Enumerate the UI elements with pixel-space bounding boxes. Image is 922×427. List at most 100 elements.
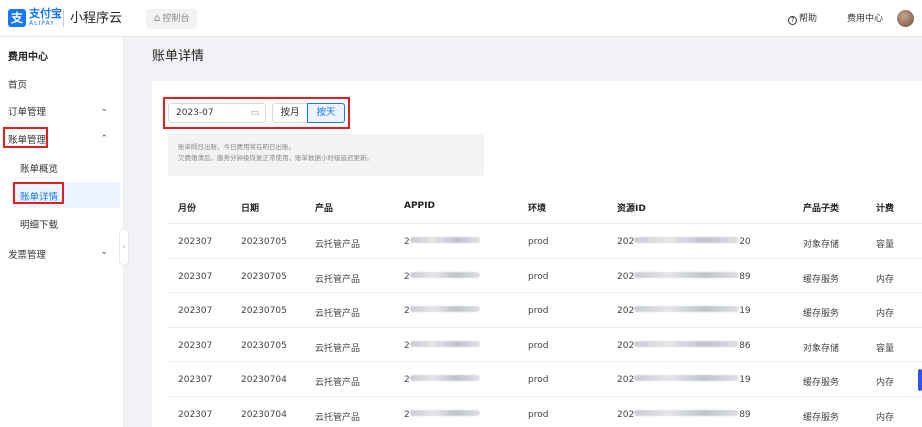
- cell-product: 云托管产品: [315, 309, 361, 319]
- scrollbar-thumb[interactable]: [918, 369, 922, 391]
- cell-resource-id-prefix: 202: [617, 409, 635, 420]
- cell-appid-prefix: 2: [404, 306, 410, 316]
- chevron-up-icon: ⌃: [100, 134, 108, 144]
- cell-date: 20230705: [241, 271, 287, 282]
- blurred-appid: [409, 271, 480, 278]
- by-day-button[interactable]: 按天: [307, 103, 345, 123]
- column-header-appid[interactable]: APPID: [404, 201, 435, 211]
- help-label: 帮助: [799, 14, 818, 24]
- cell-resource-id: 202 20: [617, 237, 751, 247]
- cell-resource-id: 202 19: [617, 375, 751, 385]
- cell-appid: 2: [404, 306, 480, 316]
- cell-sub-product: 缓存服务: [803, 309, 840, 319]
- cell-appid-prefix: 2: [404, 409, 410, 420]
- column-header-product[interactable]: 产品: [315, 201, 333, 214]
- column-header-billing[interactable]: 计费: [876, 201, 894, 214]
- fee-center-link[interactable]: 费用中心: [847, 12, 883, 26]
- cell-product: 云托管产品: [315, 412, 361, 423]
- cell-sub-product: 缓存服务: [803, 378, 840, 388]
- cell-date: 20230705: [241, 306, 287, 316]
- blurred-resource-id: [634, 409, 740, 416]
- cell-resource-id-suffix: 89: [739, 409, 751, 420]
- cell-env: prod: [528, 237, 549, 247]
- cell-resource-id-suffix: 89: [739, 271, 751, 282]
- home-icon: ⌂: [154, 13, 161, 24]
- sidebar-item-home[interactable]: 首页: [8, 77, 116, 91]
- sidebar-item-label: 账单概览: [20, 164, 59, 175]
- chevron-left-icon: ‹: [122, 242, 126, 251]
- cell-product: 云托管产品: [315, 378, 361, 388]
- cell-resource-id-suffix: 20: [739, 237, 751, 247]
- cell-billing: 内存: [876, 412, 895, 423]
- blurred-appid: [409, 375, 480, 381]
- console-button[interactable]: ⌂ 控制台: [146, 9, 198, 29]
- calendar-icon: ▭: [250, 108, 259, 118]
- cell-billing: 内存: [876, 378, 895, 388]
- sidebar-item-detail-download[interactable]: 明细下载: [20, 217, 58, 231]
- cell-resource-id-prefix: 202: [617, 237, 635, 247]
- sidebar-item-label: 订单管理: [8, 107, 47, 118]
- blurred-resource-id: [634, 375, 740, 381]
- cell-billing: 内存: [876, 274, 895, 285]
- notice-line-1: 账单隔日出账，今日费用将在明日出账。: [178, 143, 295, 151]
- highlight-box-bills: [3, 127, 48, 148]
- blurred-appid: [409, 237, 480, 243]
- cell-resource-id-prefix: 202: [617, 375, 635, 385]
- sidebar-item-bill-overview[interactable]: 账单概览: [20, 161, 58, 175]
- sidebar: 费用中心 首页 订单管理 ⌄ 账单管理 ⌃ 账单概览 账单详情 明细下载 发票管理 ⌄: [0, 37, 124, 427]
- cell-env: prod: [528, 375, 549, 385]
- column-header-resource-id[interactable]: 资源ID: [617, 201, 646, 214]
- cell-resource-id: 202 89: [617, 409, 751, 420]
- column-header-month[interactable]: 月份: [178, 201, 196, 214]
- table-row: 202307 20230704 云托管产品 prod 缓存服务 内存 2 202 19: [168, 361, 922, 395]
- console-label: 控制台: [162, 14, 190, 24]
- sidebar-item-invoices[interactable]: 发票管理 ⌄: [8, 247, 116, 261]
- column-header-sub-product[interactable]: 产品子类: [803, 201, 839, 214]
- chevron-down-icon: ⌄: [100, 104, 108, 114]
- sidebar-item-label: 首页: [8, 80, 28, 91]
- cell-month: 202307: [178, 409, 213, 420]
- cell-resource-id-suffix: 19: [739, 306, 751, 316]
- blurred-appid: [409, 409, 480, 416]
- sidebar-item-orders[interactable]: 订单管理 ⌄: [8, 104, 116, 118]
- logo-text: 支付宝: [29, 7, 62, 20]
- cell-billing: 容量: [876, 240, 895, 250]
- cell-billing: 容量: [876, 343, 895, 354]
- cell-appid: 2: [404, 409, 480, 420]
- cell-appid: 2: [404, 375, 480, 385]
- table-row: 202307 20230705 云托管产品 prod 缓存服务 内存 2 202 19: [168, 292, 922, 326]
- logo-subtext: ALIPAY: [29, 20, 55, 27]
- table-header: 月份 日期 产品 APPID 环境 资源ID 产品子类 计费: [168, 189, 922, 223]
- page-title: 账单详情: [152, 49, 205, 64]
- top-bar: 支 支付宝 ALIPAY 小程序云 ⌂ 控制台 ? 帮助 费用中心: [0, 0, 922, 37]
- notice-box: 账单隔日出账，今日费用将在明日出账。 欠费缴清后，服务分钟级恢复正常使用，账单数…: [168, 134, 484, 176]
- table-row: 202307 20230704 云托管产品 prod 缓存服务 内存 2 202 89: [168, 395, 922, 427]
- cell-product: 云托管产品: [315, 343, 361, 354]
- cell-month: 202307: [178, 237, 213, 247]
- cell-sub-product: 对象存储: [803, 240, 840, 250]
- blurred-resource-id: [634, 306, 740, 312]
- column-header-env[interactable]: 环境: [528, 201, 546, 214]
- notice-line-2: 欠费缴清后，服务分钟级恢复正常使用，账单数据小时级延迟更新。: [178, 154, 373, 162]
- avatar[interactable]: [897, 10, 914, 27]
- column-header-date[interactable]: 日期: [241, 201, 259, 214]
- cell-date: 20230705: [241, 237, 287, 247]
- help-link[interactable]: ? 帮助: [788, 12, 817, 26]
- cell-env: prod: [528, 306, 549, 316]
- cell-resource-id-prefix: 202: [617, 340, 635, 351]
- month-picker[interactable]: 2023-07 ▭: [168, 103, 266, 123]
- sidebar-collapse-handle[interactable]: ‹: [119, 228, 129, 266]
- cell-sub-product: 缓存服务: [803, 274, 840, 285]
- highlight-box-bill-detail: [13, 182, 64, 204]
- blurred-appid: [409, 306, 480, 312]
- cell-sub-product: 缓存服务: [803, 412, 840, 423]
- cell-sub-product: 对象存储: [803, 343, 840, 354]
- cell-resource-id: 202 89: [617, 271, 751, 282]
- cell-appid: 2: [404, 340, 480, 351]
- by-month-button[interactable]: 按月: [272, 103, 308, 123]
- blurred-resource-id: [634, 271, 740, 278]
- blurred-appid: [409, 340, 480, 347]
- sidebar-item-label: 明细下载: [20, 220, 59, 231]
- cell-billing: 内存: [876, 309, 895, 319]
- alipay-logo-icon[interactable]: 支: [8, 9, 26, 27]
